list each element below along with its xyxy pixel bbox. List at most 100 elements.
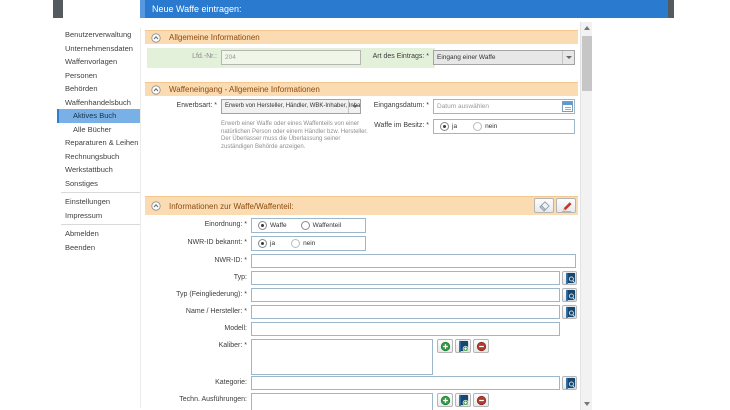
sidebar-divider: [61, 224, 140, 225]
catalog-search-icon: [565, 289, 575, 301]
nwr-id-bekannt-label: NWR-ID bekannt: *: [187, 239, 247, 246]
name-hersteller-catalog-button[interactable]: [562, 305, 577, 319]
radio-ja[interactable]: [258, 239, 267, 248]
techn-ausfuehrungen-label: Techn. Ausführungen:: [179, 396, 247, 403]
kaliber-list[interactable]: [251, 339, 433, 375]
typ-catalog-button[interactable]: [562, 271, 577, 285]
radio-waffenteil[interactable]: [300, 221, 310, 230]
kategorie-input[interactable]: [251, 376, 560, 390]
sidebar-item-unternehmensdaten[interactable]: Unternehmensdaten: [57, 42, 140, 56]
dialog-titlebar: Neue Waffe eintragen:: [140, 0, 668, 18]
kategorie-catalog-button[interactable]: [562, 376, 577, 390]
scroll-down-button[interactable]: [581, 398, 593, 410]
sidebar-item-werkstattbuch[interactable]: Werkstattbuch: [57, 163, 140, 177]
radio-nein-label: nein: [303, 240, 316, 247]
typ-feingliederung-catalog-button[interactable]: [562, 288, 577, 302]
sidebar-item-benutzerverwaltung[interactable]: Benutzerverwaltung: [57, 28, 140, 42]
radio-ja[interactable]: [440, 122, 449, 131]
sidebar-item-waffenvorlagen[interactable]: Waffenvorlagen: [57, 55, 140, 69]
sidebar-item-einstellungen[interactable]: Einstellungen: [57, 195, 140, 209]
scroll-up-button[interactable]: [581, 22, 593, 34]
modell-input[interactable]: [251, 322, 560, 336]
name-hersteller-input[interactable]: [251, 305, 560, 319]
vertical-scrollbar[interactable]: [580, 22, 592, 410]
scrollbar-thumb[interactable]: [582, 36, 592, 91]
kategorie-label: Kategorie:: [215, 379, 247, 386]
einordnung-label: Einordnung: *: [204, 221, 247, 228]
techn-remove-button[interactable]: [473, 393, 489, 407]
modell-label: Modell:: [224, 325, 247, 332]
sidebar-item-reparaturen-leihen[interactable]: Reparaturen & Leihen: [57, 136, 140, 150]
radio-nein[interactable]: [291, 239, 301, 248]
radio-ja-label: ja: [270, 240, 276, 247]
typ-feingliederung-input[interactable]: [251, 288, 560, 302]
radio-waffe[interactable]: [258, 221, 267, 230]
sidebar-item-aktives-buch[interactable]: Aktives Buch: [57, 109, 140, 123]
section-header-allgemeine-informationen[interactable]: Allgemeine Informationen: [145, 30, 578, 44]
kaliber-label: Kaliber: *: [218, 342, 247, 349]
minus-icon: [476, 395, 486, 405]
lfd-nr-input[interactable]: [221, 50, 361, 65]
sidebar-item-impressum[interactable]: Impressum: [57, 209, 140, 223]
plus-icon: [440, 341, 450, 351]
art-des-eintrags-dropdown[interactable]: Eingang einer Waffe: [433, 50, 575, 65]
erwerbsart-value: Erwerb von Hersteller, Händler, WBK-Inha…: [225, 103, 361, 109]
collapse-icon[interactable]: [151, 32, 161, 43]
kaliber-add-button[interactable]: [437, 339, 453, 353]
nwr-id-bekannt-radio-group: ja nein: [251, 236, 366, 251]
calendar-icon[interactable]: [562, 101, 573, 112]
catalog-search-icon: [565, 272, 575, 284]
collapse-icon[interactable]: [151, 201, 161, 211]
lfd-nr-label: Lfd.-Nr.:: [192, 53, 217, 60]
typ-feingliederung-label: Typ (Feingliederung): *: [176, 291, 247, 298]
section-title: Waffeneingang - Allgemeine Informationen: [169, 85, 320, 94]
techn-catalog-add-button[interactable]: [455, 393, 471, 407]
kaliber-remove-button[interactable]: [473, 339, 489, 353]
waffe-im-besitz-radio-group: ja nein: [433, 119, 575, 134]
edit-button[interactable]: [556, 198, 576, 213]
window-corner-right: [668, 0, 674, 18]
sidebar-item-beenden[interactable]: Beenden: [57, 241, 140, 255]
catalog-add-icon: [459, 394, 469, 406]
clear-fields-button[interactable]: [534, 198, 554, 213]
catalog-add-icon: [459, 340, 469, 352]
erwerbsart-label: Erwerbsart: *: [176, 102, 217, 109]
waffe-im-besitz-label: Waffe im Besitz: *: [374, 122, 429, 129]
sidebar-item-alle-buecher[interactable]: Alle Bücher: [57, 123, 140, 137]
plus-icon: [440, 395, 450, 405]
sidebar-item-waffenhandelsbuch[interactable]: Waffenhandelsbuch: [57, 96, 140, 110]
catalog-search-icon: [565, 306, 575, 318]
techn-ausfuehrungen-list[interactable]: [251, 393, 433, 410]
radio-ja-label: ja: [452, 123, 458, 130]
sidebar-item-rechnungsbuch[interactable]: Rechnungsbuch: [57, 150, 140, 164]
chevron-up-icon: [584, 26, 590, 30]
sidebar-item-personen[interactable]: Personen: [57, 69, 140, 83]
section-header-waffeneingang[interactable]: Waffeneingang - Allgemeine Informationen: [145, 82, 578, 96]
eingangsdatum-input[interactable]: [433, 99, 575, 114]
nwr-id-label: NWR-ID: *: [214, 257, 247, 264]
radio-nein[interactable]: [473, 122, 483, 131]
window-corner-left: [53, 0, 63, 18]
chevron-down-icon: [562, 51, 574, 64]
minus-icon: [476, 341, 486, 351]
radio-waffenteil-label: Waffenteil: [312, 222, 342, 229]
section-header-waffe-info[interactable]: Informationen zur Waffe/Waffenteil:: [145, 196, 578, 215]
eraser-icon: [538, 200, 550, 212]
typ-input[interactable]: [251, 271, 560, 285]
techn-add-button[interactable]: [437, 393, 453, 407]
section-title: Informationen zur Waffe/Waffenteil:: [169, 201, 294, 211]
kaliber-catalog-add-button[interactable]: [455, 339, 471, 353]
sidebar-item-abmelden[interactable]: Abmelden: [57, 227, 140, 241]
sidebar-item-sonstiges[interactable]: Sonstiges: [57, 177, 140, 191]
art-des-eintrags-value: Eingang einer Waffe: [437, 54, 496, 61]
radio-nein-label: nein: [485, 123, 498, 130]
collapse-icon[interactable]: [151, 84, 161, 95]
erwerbsart-dropdown[interactable]: Erwerb von Hersteller, Händler, WBK-Inha…: [221, 99, 361, 114]
eingangsdatum-label: Eingangsdatum: *: [373, 102, 429, 109]
catalog-search-icon: [565, 377, 575, 389]
section-title: Allgemeine Informationen: [169, 33, 260, 42]
sidebar-item-behoerden[interactable]: Behörden: [57, 82, 140, 96]
nwr-id-input[interactable]: [251, 254, 576, 268]
sidebar-divider: [61, 192, 140, 193]
radio-waffe-label: Waffe: [270, 222, 287, 229]
